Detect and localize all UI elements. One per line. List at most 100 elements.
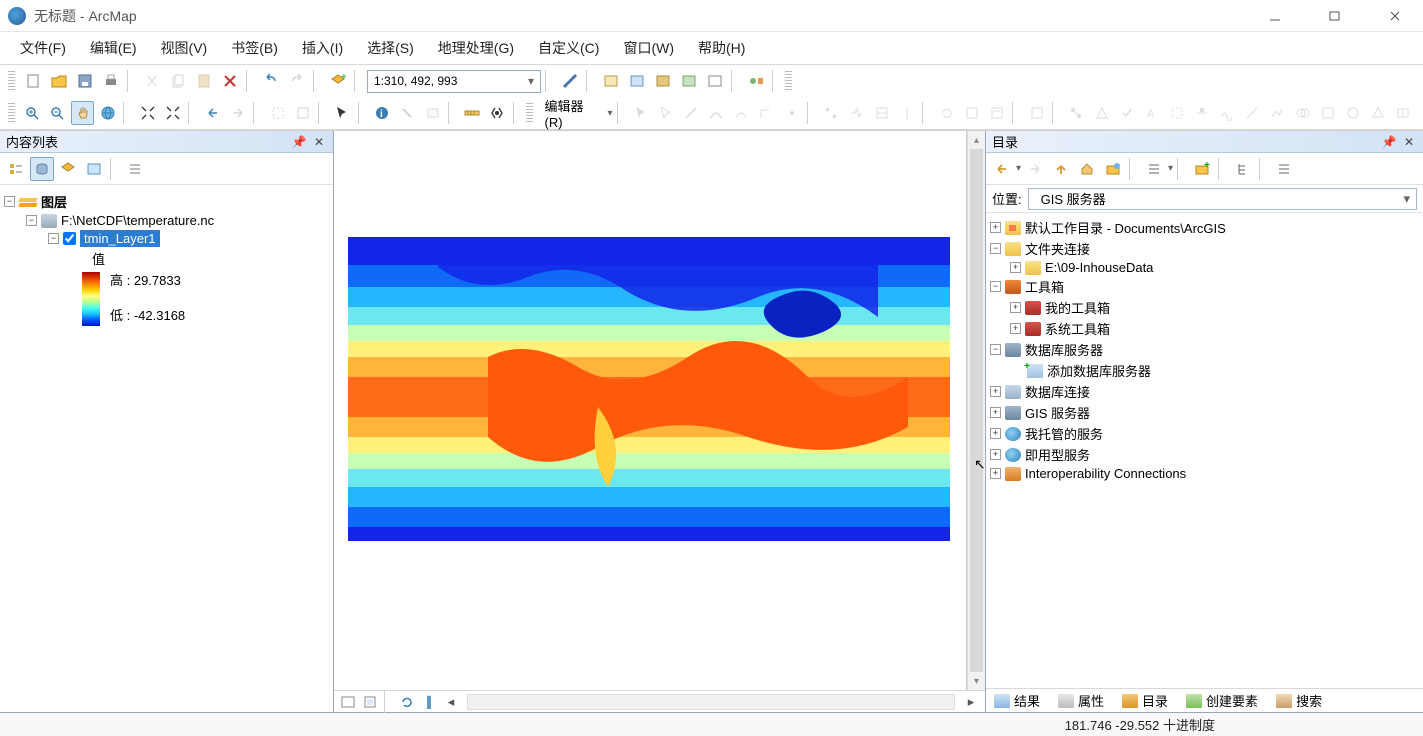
close-icon[interactable]: ✕ xyxy=(311,134,327,150)
save-button[interactable] xyxy=(73,69,97,93)
identify-button[interactable]: i xyxy=(371,101,394,125)
tab-搜索[interactable]: 搜索 xyxy=(1272,689,1326,712)
chevron-down-icon[interactable]: ▾ xyxy=(1016,163,1021,174)
select-features-button[interactable] xyxy=(266,101,289,125)
menu-select[interactable]: 选择(S) xyxy=(357,34,424,62)
map-canvas[interactable]: ↖ xyxy=(334,131,967,690)
reshape-tool[interactable] xyxy=(845,101,868,125)
topology-select-tool[interactable] xyxy=(1165,101,1188,125)
catalog-window-button[interactable] xyxy=(599,69,623,93)
delete-button[interactable] xyxy=(218,69,242,93)
back-extent-button[interactable] xyxy=(201,101,224,125)
edit-vertices-tool[interactable] xyxy=(820,101,843,125)
layout-view-button[interactable] xyxy=(360,693,380,711)
horizontal-scrollbar[interactable] xyxy=(467,694,955,710)
expander[interactable]: + xyxy=(990,468,1001,479)
expander[interactable]: + xyxy=(990,449,1001,460)
catalog-item[interactable]: +我的工具箱 xyxy=(990,297,1419,318)
expander[interactable]: + xyxy=(990,222,1001,233)
up-button[interactable] xyxy=(1049,157,1073,181)
expander[interactable]: + xyxy=(990,428,1001,439)
pan-button[interactable] xyxy=(71,101,94,125)
menu-customize[interactable]: 自定义(C) xyxy=(528,34,609,62)
toolbar-grip[interactable] xyxy=(526,103,533,123)
show-shared-features[interactable] xyxy=(1291,101,1314,125)
list-by-selection[interactable] xyxy=(82,157,106,181)
catalog-item[interactable]: −工具箱 xyxy=(990,276,1419,297)
align-edge-tool[interactable] xyxy=(1191,101,1214,125)
expander[interactable]: − xyxy=(48,233,59,244)
toolbar-grip[interactable] xyxy=(8,71,15,91)
toc-root[interactable]: 图层 xyxy=(41,192,67,211)
maximize-button[interactable] xyxy=(1315,2,1355,30)
search-window-button[interactable] xyxy=(625,69,649,93)
scroll-down-button[interactable]: ▾ xyxy=(968,672,985,690)
edit-tool[interactable] xyxy=(629,101,652,125)
list-by-drawing-order[interactable] xyxy=(4,157,28,181)
menu-help[interactable]: 帮助(H) xyxy=(688,34,755,62)
expander[interactable]: + xyxy=(1010,302,1021,313)
pause-drawing-button[interactable]: ∥ xyxy=(419,693,439,711)
editor-menu[interactable]: 编辑器(R) xyxy=(539,96,606,130)
toc-dataset[interactable]: F:\NetCDF\temperature.nc xyxy=(61,213,214,228)
full-extent-button[interactable] xyxy=(96,101,119,125)
forward-extent-button[interactable] xyxy=(226,101,249,125)
topology-error-tool[interactable] xyxy=(1090,101,1113,125)
data-view-button[interactable] xyxy=(338,693,358,711)
paste-button[interactable] xyxy=(192,69,216,93)
catalog-item[interactable]: +数据库连接 xyxy=(990,381,1419,402)
topology-tool[interactable] xyxy=(1065,101,1088,125)
fixed-zoom-in-button[interactable] xyxy=(136,101,159,125)
error-inspector[interactable] xyxy=(1341,101,1364,125)
minimize-button[interactable] xyxy=(1255,2,1295,30)
connect-folder-button[interactable] xyxy=(1101,157,1125,181)
catalog-item[interactable]: 添加数据库服务器 xyxy=(990,360,1419,381)
add-data-button[interactable]: + xyxy=(326,69,350,93)
point-tool[interactable] xyxy=(780,101,803,125)
layer-visibility-checkbox[interactable] xyxy=(63,232,76,245)
list-by-visibility[interactable] xyxy=(56,157,80,181)
split-polygons[interactable] xyxy=(1392,101,1415,125)
expander[interactable]: + xyxy=(990,407,1001,418)
menu-geoprocessing[interactable]: 地理处理(G) xyxy=(428,34,524,62)
cut-button[interactable] xyxy=(140,69,164,93)
cut-polygons-tool[interactable] xyxy=(870,101,893,125)
tree-view-button[interactable] xyxy=(1231,157,1255,181)
open-button[interactable] xyxy=(47,69,71,93)
sketch-properties-button[interactable] xyxy=(985,101,1008,125)
expander[interactable]: − xyxy=(990,344,1001,355)
scale-input[interactable]: 1:310, 492, 993 ▾ xyxy=(367,70,541,93)
menu-insert[interactable]: 插入(I) xyxy=(292,34,353,62)
menu-file[interactable]: 文件(F) xyxy=(10,34,76,62)
zoom-in-button[interactable] xyxy=(21,101,44,125)
catalog-item[interactable]: −数据库服务器 xyxy=(990,339,1419,360)
fixed-zoom-out-button[interactable] xyxy=(161,101,184,125)
pin-icon[interactable]: 📌 xyxy=(1381,134,1397,150)
back-button[interactable] xyxy=(990,157,1014,181)
tab-目录[interactable]: 目录 xyxy=(1118,689,1172,712)
scroll-thumb[interactable] xyxy=(970,149,983,672)
modify-edge-tool[interactable] xyxy=(1241,101,1264,125)
menu-edit[interactable]: 编辑(E) xyxy=(80,34,147,62)
menu-bookmarks[interactable]: 书签(B) xyxy=(221,34,288,62)
location-input[interactable]: GIS 服务器 ▾ xyxy=(1028,188,1417,210)
close-icon[interactable]: ✕ xyxy=(1401,134,1417,150)
connect-to-folder-button[interactable]: + xyxy=(1190,157,1214,181)
html-popup-button[interactable] xyxy=(421,101,444,125)
end-point-arc-tool[interactable] xyxy=(705,101,728,125)
expander[interactable]: + xyxy=(1010,262,1021,273)
catalog-item[interactable]: −文件夹连接 xyxy=(990,238,1419,259)
reshape-edge-tool[interactable] xyxy=(1216,101,1239,125)
home-button[interactable] xyxy=(1075,157,1099,181)
modelbuilder-button[interactable] xyxy=(703,69,727,93)
expander[interactable]: − xyxy=(26,215,37,226)
catalog-item[interactable]: +E:\09-InhouseData xyxy=(990,259,1419,276)
fix-topology-error[interactable] xyxy=(1316,101,1339,125)
pin-icon[interactable]: 📌 xyxy=(291,134,307,150)
construct-polygons[interactable] xyxy=(1366,101,1389,125)
toc-tree[interactable]: −图层 −F:\NetCDF\temperature.nc −tmin_Laye… xyxy=(0,185,333,712)
vertical-scrollbar[interactable]: ▴ ▾ xyxy=(967,131,985,690)
tab-结果[interactable]: 结果 xyxy=(990,689,1044,712)
right-angle-tool[interactable] xyxy=(755,101,778,125)
scroll-left-button[interactable]: ◂ xyxy=(441,693,461,711)
